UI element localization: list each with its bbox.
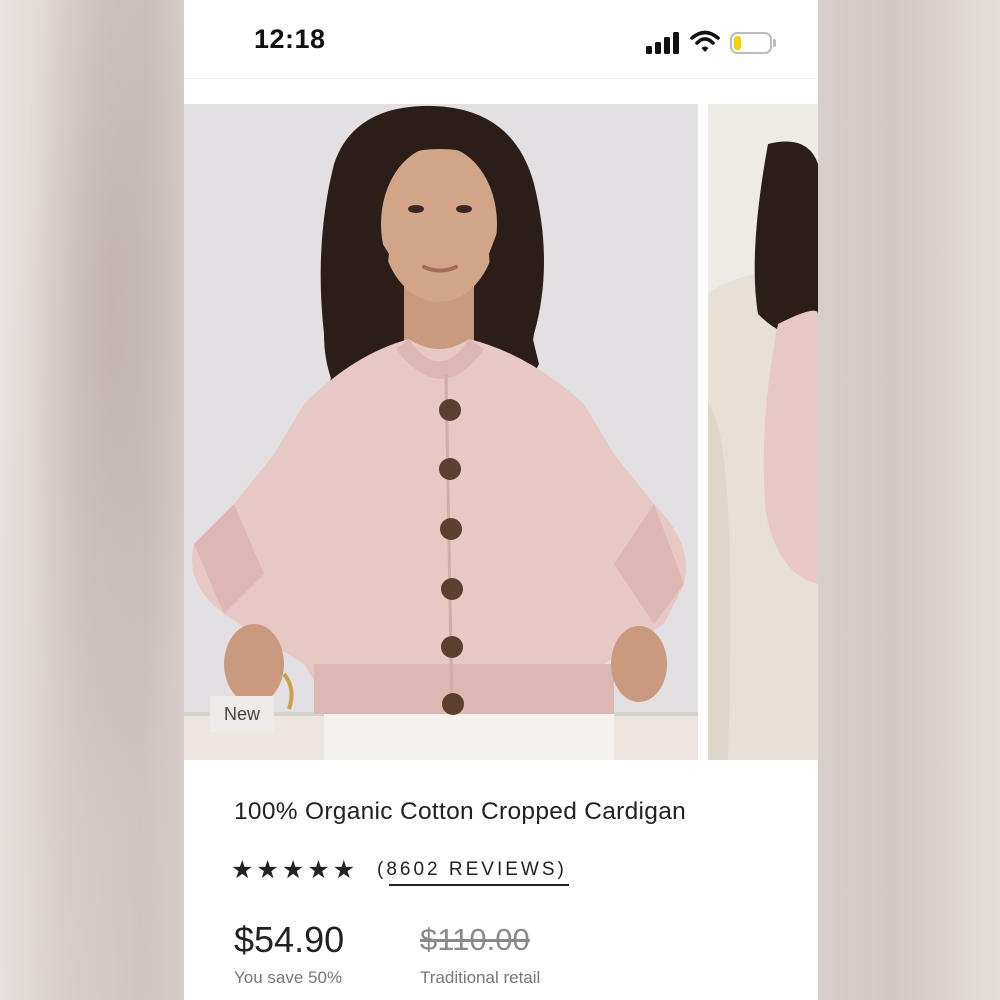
retail-price-block: $110.00 Traditional retail <box>420 920 540 988</box>
reviews-link-underline <box>389 884 569 886</box>
product-info: 100% Organic Cotton Cropped Cardigan ★★★… <box>231 798 794 987</box>
product-image-carousel[interactable]: New <box>184 104 818 760</box>
status-bar: 12:18 <box>184 0 818 79</box>
cellular-signal-icon <box>646 32 679 54</box>
reviews-link[interactable]: (8602 REVIEWS) <box>377 858 567 882</box>
next-photo-illustration <box>708 104 818 760</box>
battery-low-icon <box>730 32 776 54</box>
status-icons <box>646 30 778 56</box>
savings-note: You save 50% <box>234 968 343 987</box>
product-photo-main[interactable]: New <box>184 104 698 760</box>
sale-price: $54.90 <box>234 919 345 960</box>
phone-screen: 12:18 New 100% Organic Cotton Cropped Ca… <box>184 0 818 1000</box>
star-rating: ★★★★★ <box>231 856 359 884</box>
product-title: 100% Organic Cotton Cropped Cardigan <box>234 798 687 825</box>
sale-price-block: $54.90 You save 50% <box>234 920 344 988</box>
blurred-background-right <box>818 0 1000 1000</box>
retail-price: $110.00 <box>420 922 530 957</box>
product-photo-next[interactable] <box>708 104 818 760</box>
wifi-icon <box>690 30 720 52</box>
rating-row: ★★★★★ (8602 REVIEWS) <box>231 856 794 886</box>
retail-note: Traditional retail <box>420 968 541 987</box>
model-photo-illustration <box>184 104 698 760</box>
status-time: 12:18 <box>254 24 326 54</box>
new-badge: New <box>210 696 274 732</box>
blurred-background-left <box>0 0 184 1000</box>
